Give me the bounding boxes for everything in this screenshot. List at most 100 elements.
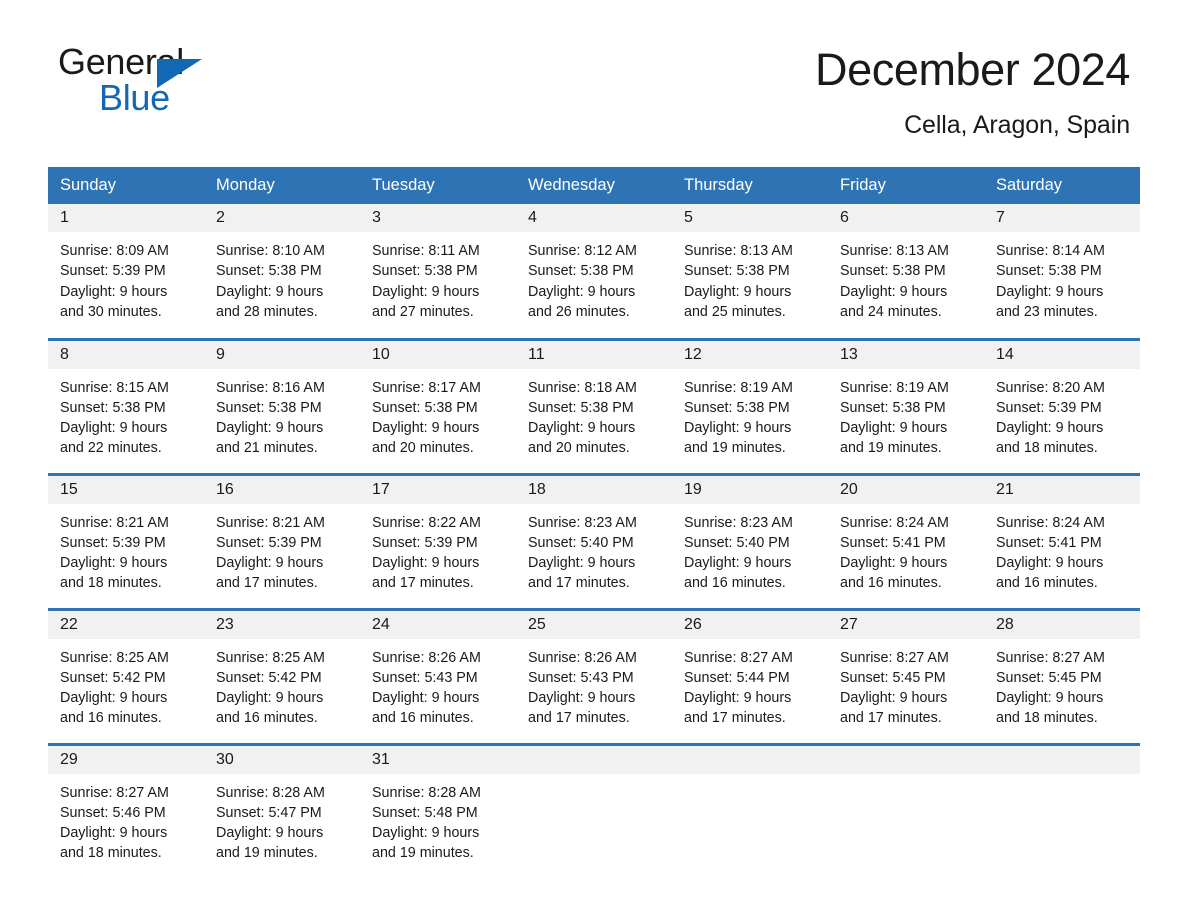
calendar-day-cell[interactable]: 25 Sunrise: 8:26 AM Sunset: 5:43 PM Dayli… <box>516 607 672 745</box>
location-subtitle: Cella, Aragon, Spain <box>904 111 1130 140</box>
calendar-day-cell[interactable]: 27 Sunrise: 8:27 AM Sunset: 5:45 PM Dayli… <box>828 607 984 745</box>
day-number: 8 <box>48 340 204 369</box>
day-number: 26 <box>672 610 828 639</box>
day-number: 6 <box>828 204 984 233</box>
calendar-day-cell[interactable]: 5 Sunrise: 8:13 AM Sunset: 5:38 PM Daylig… <box>672 204 828 340</box>
sun-info-text: Sunrise: 8:26 AM Sunset: 5:43 PM Dayligh… <box>372 649 481 727</box>
day-number: 17 <box>360 475 516 504</box>
sun-info-text <box>984 774 1140 783</box>
calendar-day-cell[interactable]: 16 Sunrise: 8:21 AM Sunset: 5:39 PM Dayli… <box>204 472 360 610</box>
calendar-head: Sunday Monday Tuesday Wednesday Thursday… <box>48 167 1140 205</box>
calendar-day-cell[interactable]: 23 Sunrise: 8:25 AM Sunset: 5:42 PM Dayli… <box>204 607 360 745</box>
sun-info-text: Sunrise: 8:26 AM Sunset: 5:43 PM Dayligh… <box>528 649 637 727</box>
generalblue-logo[interactable]: General Blue <box>58 44 258 116</box>
calendar-day-cell[interactable]: 8 Sunrise: 8:15 AM Sunset: 5:38 PM Daylig… <box>48 337 204 475</box>
calendar-day-cell[interactable]: 17 Sunrise: 8:22 AM Sunset: 5:39 PM Dayli… <box>360 472 516 610</box>
calendar-day-cell[interactable]: 10 Sunrise: 8:17 AM Sunset: 5:38 PM Dayli… <box>360 337 516 475</box>
page-header: General Blue December 2024 Cella, Aragon… <box>0 0 1188 140</box>
sun-info-text: Sunrise: 8:13 AM Sunset: 5:38 PM Dayligh… <box>840 243 949 320</box>
calendar-day-cell[interactable]: 29 Sunrise: 8:27 AM Sunset: 5:46 PM Dayli… <box>48 742 204 880</box>
weekday-header-monday: Monday <box>204 167 360 205</box>
calendar-day-cell[interactable]: 22 Sunrise: 8:25 AM Sunset: 5:42 PM Dayli… <box>48 607 204 745</box>
calendar-day-cell[interactable]: 9 Sunrise: 8:16 AM Sunset: 5:38 PM Daylig… <box>204 337 360 475</box>
day-number: 24 <box>360 610 516 639</box>
day-number: 21 <box>984 475 1140 504</box>
calendar-day-cell[interactable]: 19 Sunrise: 8:23 AM Sunset: 5:40 PM Dayli… <box>672 472 828 610</box>
calendar-day-cell[interactable]: 14 Sunrise: 8:20 AM Sunset: 5:39 PM Dayli… <box>984 337 1140 475</box>
sun-info-text <box>672 774 828 783</box>
logo-text-blue: Blue <box>99 77 170 118</box>
weekday-header-tuesday: Tuesday <box>360 167 516 205</box>
day-number: 11 <box>516 340 672 369</box>
weekday-header-friday: Friday <box>828 167 984 205</box>
sun-info-text: Sunrise: 8:11 AM Sunset: 5:38 PM Dayligh… <box>372 243 480 320</box>
sun-info-text: Sunrise: 8:13 AM Sunset: 5:38 PM Dayligh… <box>684 243 793 320</box>
weekday-header-wednesday: Wednesday <box>516 167 672 205</box>
day-number: 22 <box>48 610 204 639</box>
sun-info-text: Sunrise: 8:27 AM Sunset: 5:46 PM Dayligh… <box>60 784 169 862</box>
day-number: 18 <box>516 475 672 504</box>
day-number: 30 <box>204 745 360 774</box>
day-number: 25 <box>516 610 672 639</box>
weekday-header-saturday: Saturday <box>984 167 1140 205</box>
sun-info-text: Sunrise: 8:23 AM Sunset: 5:40 PM Dayligh… <box>684 514 793 592</box>
sun-info-text: Sunrise: 8:16 AM Sunset: 5:38 PM Dayligh… <box>216 379 325 457</box>
day-number: 3 <box>360 204 516 233</box>
calendar-day-cell-empty <box>984 742 1140 880</box>
sun-info-text: Sunrise: 8:14 AM Sunset: 5:38 PM Dayligh… <box>996 243 1105 320</box>
sun-info-text: Sunrise: 8:15 AM Sunset: 5:38 PM Dayligh… <box>60 379 169 457</box>
day-number: 31 <box>360 745 516 774</box>
day-number: 29 <box>48 745 204 774</box>
day-number <box>516 745 672 774</box>
day-number <box>984 745 1140 774</box>
sun-info-text: Sunrise: 8:10 AM Sunset: 5:38 PM Dayligh… <box>216 243 325 320</box>
calendar-day-cell[interactable]: 12 Sunrise: 8:19 AM Sunset: 5:38 PM Dayli… <box>672 337 828 475</box>
calendar-day-cell[interactable]: 31 Sunrise: 8:28 AM Sunset: 5:48 PM Dayli… <box>360 742 516 880</box>
day-number: 4 <box>516 204 672 233</box>
calendar-day-cell[interactable]: 11 Sunrise: 8:18 AM Sunset: 5:38 PM Dayli… <box>516 337 672 475</box>
calendar-container: Sunday Monday Tuesday Wednesday Thursday… <box>0 167 1188 880</box>
calendar-week-row: 1 Sunrise: 8:09 AM Sunset: 5:39 PM Daylig… <box>48 204 1140 340</box>
calendar-day-cell[interactable]: 28 Sunrise: 8:27 AM Sunset: 5:45 PM Dayli… <box>984 607 1140 745</box>
day-number: 19 <box>672 475 828 504</box>
calendar-day-cell[interactable]: 6 Sunrise: 8:13 AM Sunset: 5:38 PM Daylig… <box>828 204 984 340</box>
weekday-header-thursday: Thursday <box>672 167 828 205</box>
calendar-day-cell[interactable]: 21 Sunrise: 8:24 AM Sunset: 5:41 PM Dayli… <box>984 472 1140 610</box>
sun-info-text: Sunrise: 8:25 AM Sunset: 5:42 PM Dayligh… <box>216 649 325 727</box>
calendar-day-cell[interactable]: 7 Sunrise: 8:14 AM Sunset: 5:38 PM Daylig… <box>984 204 1140 340</box>
day-number: 1 <box>48 204 204 233</box>
day-number: 23 <box>204 610 360 639</box>
calendar-day-cell[interactable]: 30 Sunrise: 8:28 AM Sunset: 5:47 PM Dayli… <box>204 742 360 880</box>
calendar-day-cell[interactable]: 1 Sunrise: 8:09 AM Sunset: 5:39 PM Daylig… <box>48 204 204 340</box>
day-number: 7 <box>984 204 1140 233</box>
day-number: 28 <box>984 610 1140 639</box>
day-number: 5 <box>672 204 828 233</box>
sun-info-text: Sunrise: 8:27 AM Sunset: 5:45 PM Dayligh… <box>996 649 1105 727</box>
sun-info-text <box>516 774 672 783</box>
calendar-day-cell[interactable]: 15 Sunrise: 8:21 AM Sunset: 5:39 PM Dayli… <box>48 472 204 610</box>
page-title: December 2024 <box>815 44 1130 95</box>
day-number: 13 <box>828 340 984 369</box>
calendar-day-cell[interactable]: 13 Sunrise: 8:19 AM Sunset: 5:38 PM Dayli… <box>828 337 984 475</box>
calendar-day-cell[interactable]: 3 Sunrise: 8:11 AM Sunset: 5:38 PM Daylig… <box>360 204 516 340</box>
sun-info-text: Sunrise: 8:19 AM Sunset: 5:38 PM Dayligh… <box>840 379 949 457</box>
calendar-body: 1 Sunrise: 8:09 AM Sunset: 5:39 PM Daylig… <box>48 204 1140 880</box>
sun-info-text: Sunrise: 8:27 AM Sunset: 5:45 PM Dayligh… <box>840 649 949 727</box>
calendar-day-cell[interactable]: 20 Sunrise: 8:24 AM Sunset: 5:41 PM Dayli… <box>828 472 984 610</box>
sun-info-text: Sunrise: 8:23 AM Sunset: 5:40 PM Dayligh… <box>528 514 637 592</box>
sun-info-text: Sunrise: 8:21 AM Sunset: 5:39 PM Dayligh… <box>60 514 169 592</box>
calendar-table: Sunday Monday Tuesday Wednesday Thursday… <box>48 167 1140 880</box>
sun-info-text: Sunrise: 8:09 AM Sunset: 5:39 PM Dayligh… <box>60 243 169 320</box>
calendar-day-cell[interactable]: 18 Sunrise: 8:23 AM Sunset: 5:40 PM Dayli… <box>516 472 672 610</box>
calendar-day-cell[interactable]: 4 Sunrise: 8:12 AM Sunset: 5:38 PM Daylig… <box>516 204 672 340</box>
calendar-day-cell[interactable]: 26 Sunrise: 8:27 AM Sunset: 5:44 PM Dayli… <box>672 607 828 745</box>
sun-info-text: Sunrise: 8:21 AM Sunset: 5:39 PM Dayligh… <box>216 514 325 592</box>
sun-info-text: Sunrise: 8:20 AM Sunset: 5:39 PM Dayligh… <box>996 379 1105 457</box>
day-number: 14 <box>984 340 1140 369</box>
sun-info-text: Sunrise: 8:19 AM Sunset: 5:38 PM Dayligh… <box>684 379 793 457</box>
calendar-day-cell[interactable]: 2 Sunrise: 8:10 AM Sunset: 5:38 PM Daylig… <box>204 204 360 340</box>
calendar-day-cell-empty <box>672 742 828 880</box>
calendar-day-cell[interactable]: 24 Sunrise: 8:26 AM Sunset: 5:43 PM Dayli… <box>360 607 516 745</box>
day-number: 16 <box>204 475 360 504</box>
day-number: 15 <box>48 475 204 504</box>
